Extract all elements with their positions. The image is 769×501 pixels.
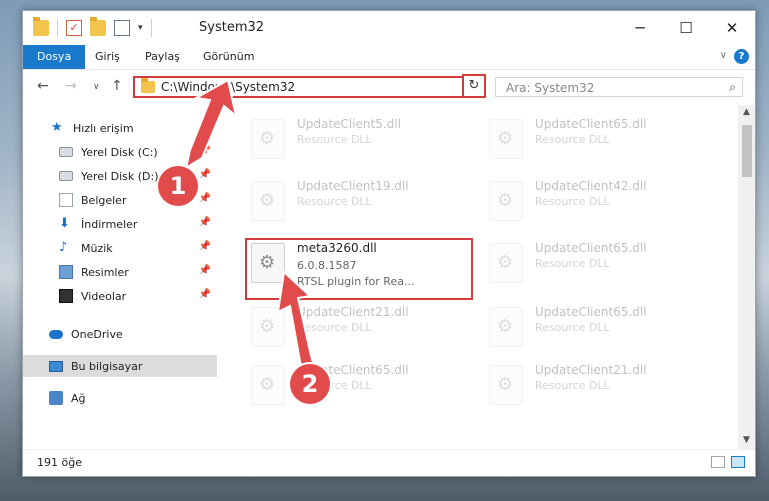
step-2-badge: 2 <box>290 364 330 404</box>
step-1-badge: 1 <box>158 166 198 206</box>
annotation-arrows <box>184 78 320 374</box>
arrow-to-address-bar <box>184 78 238 171</box>
arrow-to-file <box>276 269 320 374</box>
